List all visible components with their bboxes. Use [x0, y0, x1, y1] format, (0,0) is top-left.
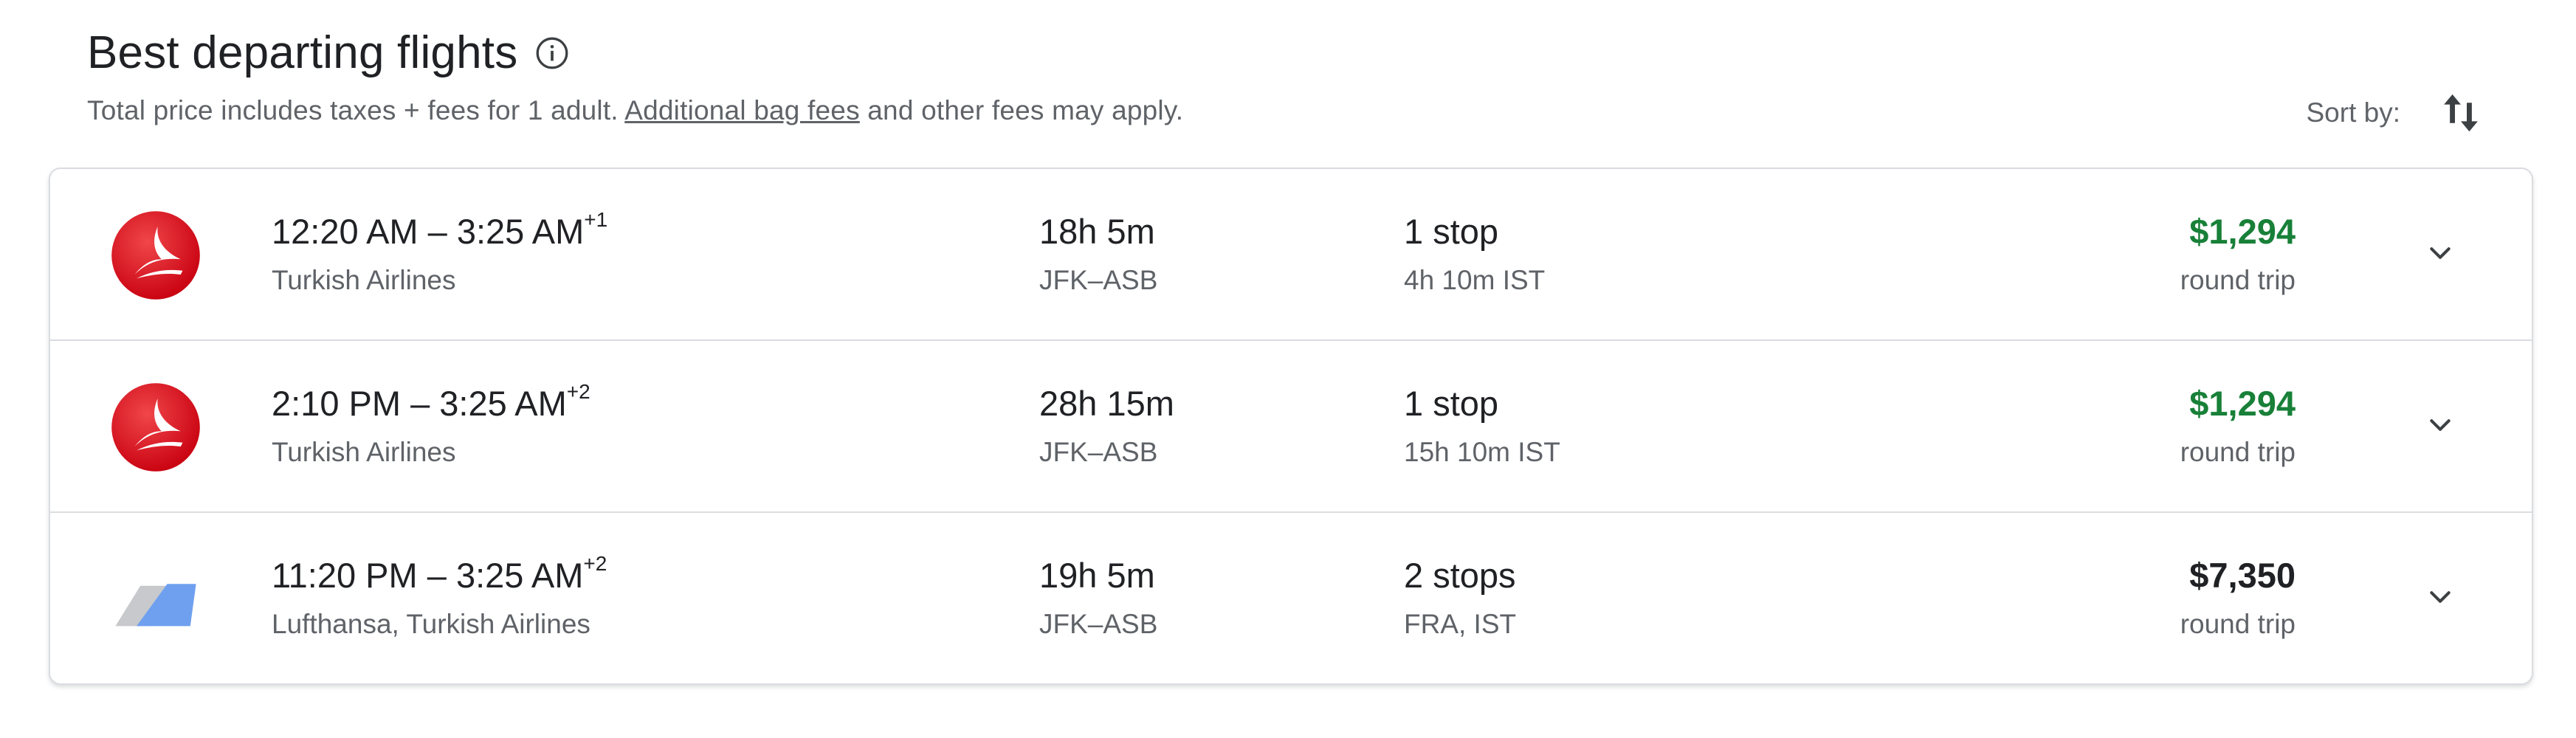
- day-offset: +2: [566, 380, 590, 404]
- flight-row[interactable]: 2:10 PM – 3:25 AM+2 Turkish Airlines 28h…: [50, 341, 2532, 513]
- expand-chevron-icon[interactable]: [2420, 232, 2461, 274]
- departure-arrival-times: 12:20 AM – 3:25 AM: [272, 212, 585, 251]
- flight-duration: 19h 5m: [1039, 556, 1155, 595]
- trip-type: round trip: [2180, 265, 2296, 295]
- sort-label: Sort by:: [2306, 97, 2401, 128]
- flight-route: JFK–ASB: [1039, 609, 1158, 639]
- sort-control: Sort by:: [2307, 87, 2485, 139]
- layover-info: 15h 10m IST: [1404, 437, 1560, 467]
- departure-arrival-times: 11:20 PM – 3:25 AM: [272, 556, 584, 595]
- layover-info: 4h 10m IST: [1404, 265, 1546, 295]
- sort-icon[interactable]: [2437, 87, 2484, 139]
- page-title: Best departing flights: [87, 27, 518, 78]
- stop-count: 1 stop: [1404, 212, 1499, 251]
- stop-count: 2 stops: [1404, 556, 1516, 595]
- expand-chevron-icon[interactable]: [2420, 404, 2461, 446]
- flight-times: 2:10 PM – 3:25 AM+2: [272, 380, 590, 424]
- disclaimer-text-start: Total price includes taxes + fees for 1 …: [87, 95, 625, 125]
- flight-times: 12:20 AM – 3:25 AM+1: [272, 208, 608, 252]
- airline-name: Lufthansa, Turkish Airlines: [272, 609, 590, 639]
- flight-times: 11:20 PM – 3:25 AM+2: [272, 552, 607, 596]
- flight-row[interactable]: 12:20 AM – 3:25 AM+1 Turkish Airlines 18…: [50, 169, 2532, 341]
- airline-name: Turkish Airlines: [272, 437, 456, 467]
- title-row: Best departing flights: [87, 27, 1183, 79]
- turkish-airlines-logo: [108, 379, 204, 475]
- trip-type: round trip: [2180, 609, 2296, 639]
- results-header: Best departing flights Total price inclu…: [87, 27, 1183, 126]
- flight-price: $7,350: [2189, 556, 2296, 595]
- day-offset: +2: [583, 552, 607, 576]
- flight-route: JFK–ASB: [1039, 437, 1158, 467]
- departure-arrival-times: 2:10 PM – 3:25 AM: [272, 384, 567, 423]
- layover-info: FRA, IST: [1404, 609, 1517, 639]
- flight-price: $1,294: [2189, 384, 2296, 423]
- info-icon[interactable]: [534, 35, 571, 72]
- price-disclaimer: Total price includes taxes + fees for 1 …: [87, 95, 1183, 126]
- flight-price: $1,294: [2189, 212, 2296, 251]
- flight-row[interactable]: 11:20 PM – 3:25 AM+2 Lufthansa, Turkish …: [50, 513, 2532, 685]
- bag-fees-link[interactable]: Additional bag fees: [624, 95, 860, 125]
- stop-count: 1 stop: [1404, 384, 1499, 423]
- day-offset: +1: [584, 208, 608, 232]
- airline-name: Turkish Airlines: [272, 265, 456, 295]
- trip-type: round trip: [2180, 437, 2296, 467]
- expand-chevron-icon[interactable]: [2420, 576, 2461, 618]
- turkish-airlines-logo: [108, 207, 204, 303]
- flight-results-list: 12:20 AM – 3:25 AM+1 Turkish Airlines 18…: [49, 168, 2533, 685]
- flight-route: JFK–ASB: [1039, 265, 1158, 295]
- multi-airline-tail-logo: [108, 551, 204, 647]
- disclaimer-text-end: and other fees may apply.: [859, 95, 1184, 125]
- flight-duration: 28h 15m: [1039, 384, 1174, 423]
- flight-duration: 18h 5m: [1039, 212, 1155, 251]
